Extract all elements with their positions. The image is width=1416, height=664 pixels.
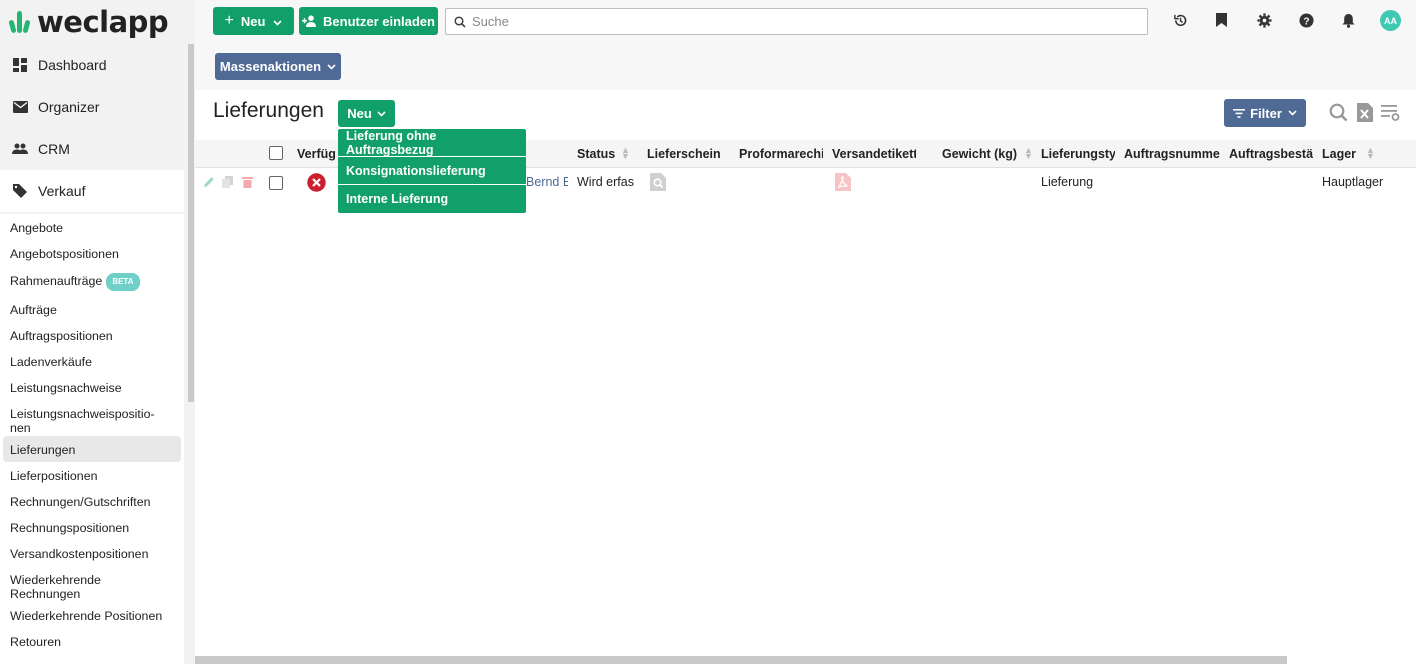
sub-nav-item-lieferungen[interactable]: Lieferungen <box>3 436 181 462</box>
delivery-type-cell: Lieferung <box>1041 175 1094 189</box>
logo-mark-icon <box>8 11 31 34</box>
sub-nav-item[interactable]: Aufträge <box>0 296 184 322</box>
history-icon[interactable] <box>1172 12 1188 28</box>
column-header[interactable]: Proformarechi <box>739 147 823 161</box>
gear-icon[interactable] <box>1256 12 1272 28</box>
sub-nav-item[interactable]: Rahmenaufträge BETA <box>0 266 184 296</box>
column-header[interactable]: Lager <box>1322 147 1356 161</box>
sub-nav-item[interactable]: Angebotspositionen <box>0 240 184 266</box>
column-header[interactable]: Verfüg <box>297 147 337 161</box>
customer-link[interactable]: Bernd B <box>526 175 568 189</box>
sub-nav-item[interactable]: Lieferpositionen <box>0 462 184 488</box>
nav-item-dashboard[interactable]: Dashboard <box>0 44 184 86</box>
unavailable-icon <box>307 173 326 195</box>
select-all-checkbox[interactable] <box>269 146 283 160</box>
global-new-button[interactable]: + Neu <box>213 7 294 35</box>
filter-icon <box>1233 108 1246 118</box>
menu-item-without-order[interactable]: Lieferung ohne Auftragsbezug <box>338 129 526 157</box>
sort-icon[interactable]: ▲ ▼ <box>1366 146 1375 161</box>
column-header[interactable]: Gewicht (kg) <box>942 147 1017 161</box>
search-icon[interactable] <box>1328 102 1348 122</box>
delivery-note-icon[interactable] <box>650 173 666 194</box>
column-header[interactable]: Versandetikett <box>832 147 916 161</box>
row-checkbox[interactable] <box>269 176 283 190</box>
pdf-icon[interactable] <box>835 173 851 194</box>
column-settings-icon[interactable] <box>1380 102 1400 122</box>
people-icon <box>12 141 28 157</box>
mass-actions-button[interactable]: Massenaktionen <box>215 53 341 80</box>
nav-item-label: Organizer <box>38 99 100 115</box>
chevron-down-icon <box>377 110 386 117</box>
warehouse-cell: Hauptlager <box>1322 175 1384 189</box>
nav-item-label: CRM <box>38 141 70 157</box>
global-search[interactable] <box>445 8 1148 35</box>
copy-icon[interactable] <box>222 176 234 191</box>
svg-text:?: ? <box>1303 16 1309 27</box>
add-user-icon <box>302 15 318 27</box>
excel-export-icon[interactable] <box>1355 102 1375 122</box>
nav-item-organizer[interactable]: Organizer <box>0 86 184 128</box>
help-icon[interactable]: ? <box>1298 12 1314 28</box>
sort-icon[interactable]: ▲ ▼ <box>621 146 630 161</box>
column-header[interactable]: Auftragsbestä <box>1229 147 1313 161</box>
column-header[interactable]: Status <box>577 147 615 161</box>
column-header[interactable]: Auftragsnumme <box>1124 147 1220 161</box>
status-cell: Wird erfas <box>577 175 634 189</box>
page-title: Lieferungen <box>213 99 324 122</box>
menu-item-internal[interactable]: Interne Lieferung <box>338 185 526 213</box>
bookmark-icon[interactable] <box>1213 12 1229 28</box>
dashboard-icon <box>12 57 28 73</box>
chevron-down-icon <box>273 14 283 29</box>
edit-icon[interactable] <box>203 176 215 191</box>
invite-user-button[interactable]: Benutzer einladen <box>299 7 438 35</box>
filter-button[interactable]: Filter <box>1224 99 1306 127</box>
sub-nav-item[interactable]: Leistungsnachweispositio-nen <box>0 400 184 436</box>
logo-text: weclapp <box>37 5 169 39</box>
avatar[interactable]: AA <box>1380 10 1401 31</box>
sub-nav: Angebote Angebotspositionen Rahmenaufträ… <box>0 214 184 664</box>
sub-nav-item[interactable]: Wiederkehrende Rechnungen <box>0 566 184 602</box>
chevron-down-icon <box>1288 110 1297 116</box>
menu-item-consignment[interactable]: Konsignationslieferung <box>338 157 526 185</box>
nav-item-label: Dashboard <box>38 57 107 73</box>
sidebar: weclapp Dashboard Organizer CRM Verkauf … <box>0 0 195 664</box>
search-input[interactable] <box>472 14 1112 29</box>
sub-nav-item[interactable]: Versandkostenpositionen <box>0 540 184 566</box>
tag-icon <box>12 183 28 199</box>
search-icon <box>454 15 466 28</box>
column-header[interactable]: Lieferschein <box>647 147 721 161</box>
new-delivery-button[interactable]: Neu <box>338 100 395 127</box>
horizontal-scrollbar[interactable] <box>195 656 1287 664</box>
sub-nav-item[interactable]: Rechnungspositionen <box>0 514 184 540</box>
beta-badge: BETA <box>106 273 140 291</box>
sort-icon[interactable]: ▲ ▼ <box>1024 146 1033 161</box>
sub-nav-item[interactable]: Angebote <box>0 214 184 240</box>
nav-item-crm[interactable]: CRM <box>0 128 184 170</box>
nav-item-label: Verkauf <box>38 183 86 199</box>
chevron-down-icon <box>327 63 336 70</box>
weclapp-logo[interactable]: weclapp <box>8 4 169 40</box>
column-header[interactable]: Lieferungsty <box>1041 147 1115 161</box>
plus-icon: + <box>224 12 234 29</box>
topbar: + Neu Benutzer einladen ? AA Massenaktio… <box>195 0 1416 90</box>
envelope-icon <box>12 99 28 115</box>
nav-item-verkauf[interactable]: Verkauf <box>0 170 184 212</box>
new-delivery-menu: Lieferung ohne Auftragsbezug Konsignatio… <box>338 129 526 213</box>
delete-icon[interactable] <box>242 176 253 191</box>
sub-nav-item[interactable]: Wiederkehrende Positionen <box>0 602 184 628</box>
sub-nav-item[interactable]: Auftragspositionen <box>0 322 184 348</box>
sub-nav-item[interactable]: Leistungsnachweise <box>0 374 184 400</box>
sub-nav-item[interactable]: Rechnungen/Gutschriften <box>0 488 184 514</box>
bell-icon[interactable] <box>1340 12 1356 28</box>
main-nav: Dashboard Organizer CRM Verkauf <box>0 44 184 212</box>
sub-nav-item[interactable]: Retouren <box>0 628 184 654</box>
sub-nav-item[interactable]: Ladenverkäufe <box>0 348 184 374</box>
sidebar-scroll-thumb[interactable] <box>188 44 194 402</box>
